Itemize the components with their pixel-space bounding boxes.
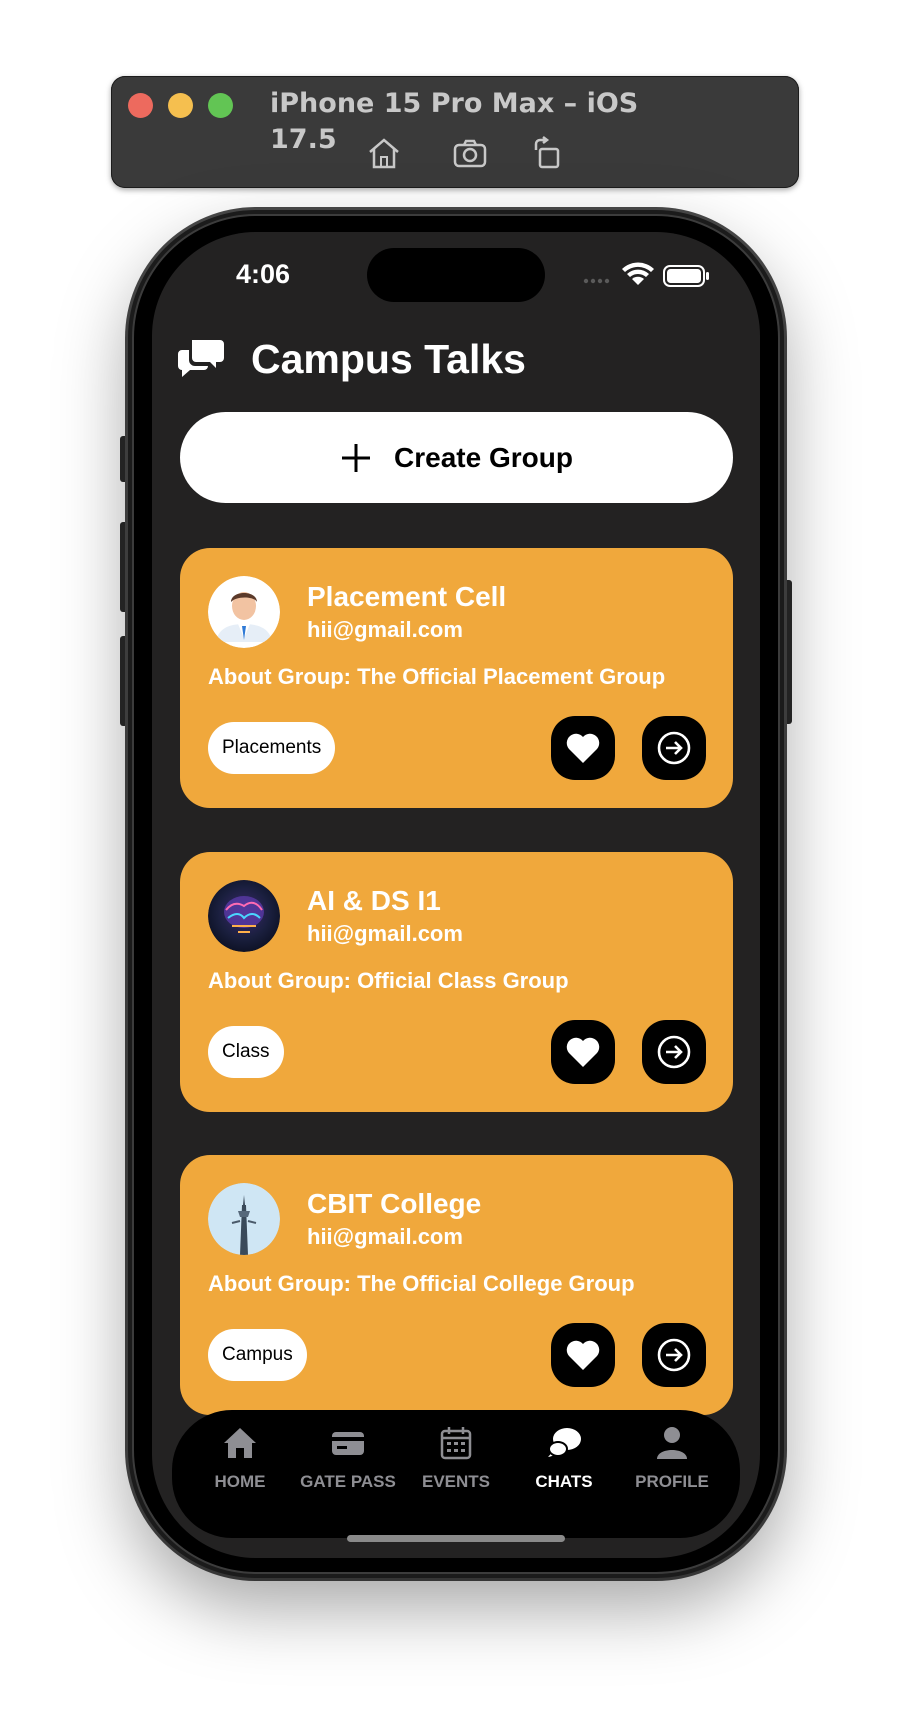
signal-icon — [583, 278, 610, 284]
home-indicator[interactable] — [347, 1535, 565, 1542]
chat-icon — [548, 1428, 581, 1457]
battery-icon — [663, 265, 709, 287]
group-tag: Campus — [208, 1329, 307, 1381]
group-about: About Group: Official Class Group — [208, 968, 569, 993]
open-group-button[interactable] — [642, 1323, 706, 1387]
create-group-button[interactable]: Create Group — [180, 412, 733, 503]
camera-icon[interactable] — [452, 136, 488, 170]
favorite-button[interactable] — [551, 1020, 615, 1084]
arrow-circle-right-icon — [657, 1338, 691, 1372]
heart-icon — [566, 1037, 600, 1067]
arrow-circle-right-icon — [657, 1035, 691, 1069]
tab-events[interactable]: EVENTS — [396, 1425, 516, 1505]
window-minimize-button[interactable] — [168, 93, 193, 118]
wifi-icon — [622, 262, 654, 285]
tab-home[interactable]: HOME — [180, 1425, 300, 1505]
heart-icon — [566, 1340, 600, 1370]
group-card[interactable]: AI & DS I1 hii@gmail.com About Group: Of… — [180, 852, 733, 1112]
person-icon — [657, 1427, 687, 1459]
tab-label: GATE PASS — [300, 1472, 396, 1491]
heart-icon — [566, 733, 600, 763]
group-name: AI & DS I1 — [307, 885, 441, 916]
simulator-title: iPhone 15 Pro Max – iOS 17.5 — [270, 88, 639, 155]
person-avatar — [208, 576, 280, 648]
group-about: About Group: The Official College Group — [208, 1271, 635, 1296]
status-time: 4:06 — [236, 259, 291, 289]
tab-label: EVENTS — [421, 1472, 491, 1491]
group-tag: Placements — [208, 722, 336, 774]
group-about: About Group: The Official Placement Grou… — [208, 664, 666, 689]
favorite-button[interactable] — [551, 716, 615, 780]
plus-icon — [342, 443, 371, 472]
open-group-button[interactable] — [642, 1020, 706, 1084]
dynamic-island — [367, 248, 545, 302]
college-tower-avatar — [208, 1183, 280, 1255]
open-group-button[interactable] — [642, 716, 706, 780]
tab-label: CHATS — [535, 1472, 593, 1491]
page-title: Campus Talks — [251, 336, 526, 382]
group-tag: Class — [208, 1026, 284, 1078]
arrow-circle-right-icon — [657, 731, 691, 765]
group-name: CBIT College — [307, 1188, 482, 1219]
tab-gate-pass[interactable]: GATE PASS — [288, 1425, 408, 1505]
home-icon — [224, 1428, 256, 1458]
group-email: hii@gmail.com — [307, 1224, 463, 1249]
window-zoom-button[interactable] — [208, 93, 233, 118]
tab-label: PROFILE — [635, 1472, 709, 1491]
status-icons — [583, 262, 709, 287]
tab-profile[interactable]: PROFILE — [612, 1425, 732, 1505]
window-close-button[interactable] — [128, 93, 153, 118]
create-group-label: Create Group — [394, 441, 573, 473]
favorite-button[interactable] — [551, 1323, 615, 1387]
tab-chats[interactable]: CHATS — [504, 1425, 624, 1505]
group-email: hii@gmail.com — [307, 921, 463, 946]
group-card[interactable]: CBIT College hii@gmail.com About Group: … — [180, 1155, 733, 1415]
chat-bubbles-icon — [178, 340, 224, 377]
group-card[interactable]: Placement Cell hii@gmail.com About Group… — [180, 548, 733, 808]
card-icon — [332, 1432, 364, 1455]
home-icon[interactable] — [366, 136, 402, 170]
calendar-icon — [440, 1427, 472, 1460]
ai-brain-avatar — [208, 880, 280, 952]
tab-label: HOME — [214, 1472, 266, 1491]
group-name: Placement Cell — [307, 581, 507, 612]
rotate-icon[interactable] — [530, 136, 566, 170]
group-email: hii@gmail.com — [307, 617, 463, 642]
